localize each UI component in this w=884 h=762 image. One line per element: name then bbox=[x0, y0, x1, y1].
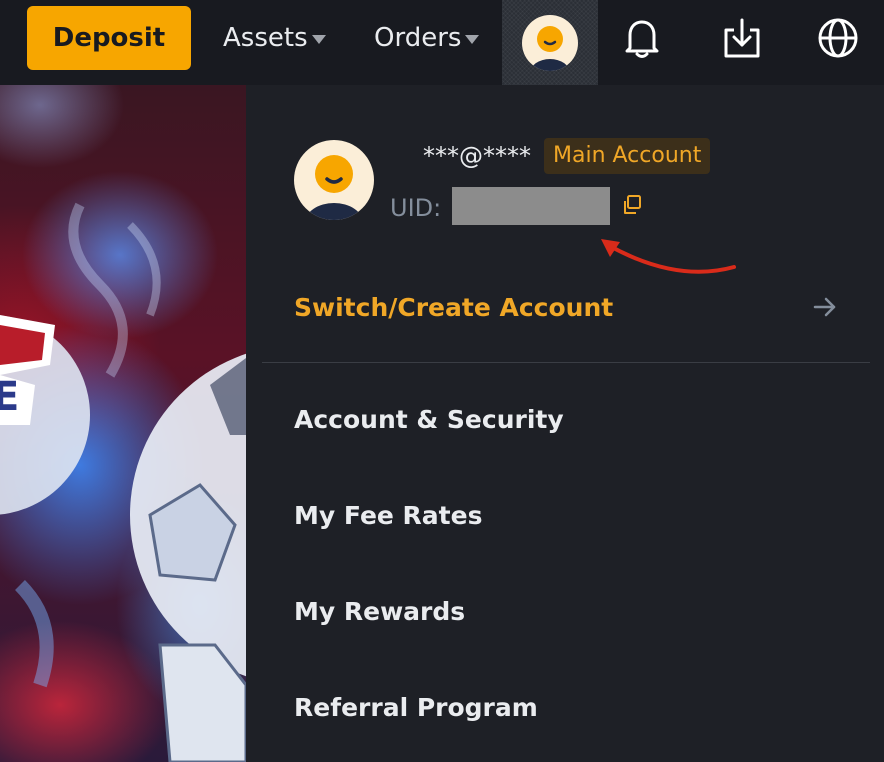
account-email: ***@**** bbox=[423, 142, 531, 170]
chevron-down-icon bbox=[311, 34, 326, 44]
divider bbox=[262, 362, 870, 363]
user-avatar-icon bbox=[522, 14, 578, 71]
download-app-button[interactable] bbox=[720, 14, 764, 62]
user-avatar-button[interactable] bbox=[502, 0, 598, 85]
switch-create-account-link[interactable]: Switch/Create Account bbox=[294, 285, 839, 329]
promo-banner-image: E bbox=[0, 85, 246, 762]
chevron-down-icon bbox=[465, 34, 480, 44]
globe-icon bbox=[818, 18, 858, 58]
menu-item-referral-program[interactable]: Referral Program bbox=[294, 688, 538, 728]
soccer-ball-artwork: E bbox=[0, 202, 246, 762]
menu-item-account-security[interactable]: Account & Security bbox=[294, 400, 564, 440]
annotation-arrow-icon bbox=[601, 239, 736, 274]
main-account-badge: Main Account bbox=[544, 138, 711, 174]
language-button[interactable] bbox=[816, 14, 860, 62]
top-navigation-bar: Deposit Assets Orders bbox=[0, 0, 884, 85]
svg-text:E: E bbox=[0, 374, 19, 420]
uid-label: UID: bbox=[390, 194, 442, 222]
account-dropdown-panel: ***@**** Main Account UID: Switch/Create… bbox=[246, 85, 884, 762]
copy-icon[interactable] bbox=[620, 193, 644, 217]
menu-item-fee-rates[interactable]: My Fee Rates bbox=[294, 496, 482, 536]
bell-icon bbox=[625, 20, 659, 58]
assets-label: Assets bbox=[223, 23, 308, 53]
orders-menu[interactable]: Orders bbox=[374, 6, 480, 70]
deposit-button[interactable]: Deposit bbox=[27, 6, 191, 70]
download-icon bbox=[724, 18, 760, 58]
uid-value-redacted bbox=[452, 187, 610, 225]
switch-create-account-label: Switch/Create Account bbox=[294, 292, 614, 322]
menu-item-rewards[interactable]: My Rewards bbox=[294, 592, 465, 632]
orders-label: Orders bbox=[374, 23, 462, 53]
profile-avatar bbox=[294, 140, 374, 220]
notifications-button[interactable] bbox=[620, 14, 664, 62]
arrow-right-icon bbox=[813, 297, 836, 317]
assets-menu[interactable]: Assets bbox=[223, 6, 326, 70]
